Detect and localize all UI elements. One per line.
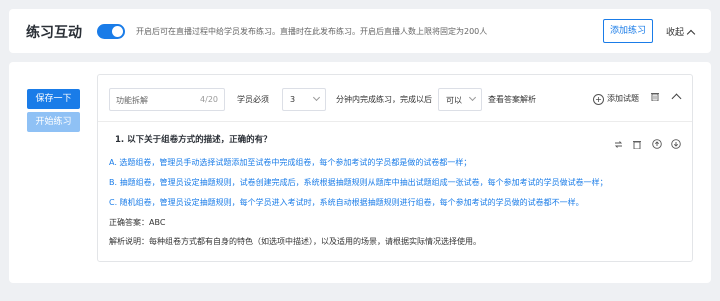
practice-main: 保存一下 开始练习 功能拆解 4/20 学员必须 3 分钟内完成练习，完成以后 …: [9, 62, 711, 283]
practice-name-input[interactable]: 功能拆解 4/20: [109, 88, 225, 111]
page-title: 练习互动: [26, 25, 82, 41]
option-a: A. 选题组卷，管理员手动选择试题添加至试卷中完成组卷，每个参加考试的学员都是做…: [109, 158, 472, 167]
add-circle-icon: +: [593, 94, 604, 105]
collapse-button[interactable]: 收起: [666, 25, 696, 39]
view-answer-select[interactable]: 可以: [438, 88, 482, 111]
collapse-label: 收起: [666, 28, 685, 38]
toggle-knob: [112, 26, 123, 37]
chevron-down-icon: [468, 93, 477, 102]
practice-toolbar: 功能拆解 4/20 学员必须 3 分钟内完成练习，完成以后 可以 查看答案解析 …: [98, 75, 692, 122]
option-b: B. 抽题组卷，管理员设定抽题规则，试卷创建完成后，系统根据抽题规则从题库中抽出…: [109, 178, 608, 187]
trash-icon[interactable]: [651, 92, 659, 101]
minutes-label: 分钟内完成练习，完成以后: [336, 95, 432, 104]
practice-panel: 功能拆解 4/20 学员必须 3 分钟内完成练习，完成以后 可以 查看答案解析 …: [97, 74, 693, 262]
minutes-value: 3: [290, 95, 296, 104]
add-question-button[interactable]: + 添加试题: [593, 93, 639, 105]
practice-header: 练习互动 开启后可在直播过程中给学员发布练习。直播时在此发布练习。开启后直播人数…: [9, 9, 711, 53]
swap-icon[interactable]: [614, 134, 623, 153]
practice-name-value: 功能拆解: [116, 96, 148, 105]
must-label: 学员必须: [237, 95, 269, 104]
view-answer-label: 查看答案解析: [488, 95, 536, 104]
trash-icon[interactable]: [633, 134, 641, 153]
start-practice-button[interactable]: 开始练习: [27, 112, 80, 132]
char-count: 4/20: [200, 95, 218, 104]
minutes-select[interactable]: 3: [282, 88, 326, 111]
collapse-panel-icon[interactable]: [671, 93, 682, 104]
add-question-label: 添加试题: [607, 94, 639, 103]
save-button[interactable]: 保存一下: [27, 89, 80, 109]
view-answer-value: 可以: [446, 96, 462, 105]
option-c: C. 随机组卷，管理员设定抽题规则，每个学员进入考试时，系统自动根据抽题规则进行…: [109, 198, 584, 207]
explanation: 解析说明：每种组卷方式都有自身的特色（如选项中描述），以及适用的场景，请根据实际…: [109, 237, 481, 246]
chevron-up-icon: [686, 29, 696, 39]
toggle-hint: 开启后可在直播过程中给学员发布练习。直播时在此发布练习。开启后直播人数上限将固定…: [136, 27, 488, 36]
practice-toggle[interactable]: [97, 24, 125, 39]
add-practice-button[interactable]: 添加练习: [603, 19, 653, 43]
question-title: 1. 以下关于组卷方式的描述，正确的有？: [115, 135, 272, 145]
move-up-icon[interactable]: [652, 134, 662, 153]
chevron-down-icon: [312, 93, 321, 102]
correct-answer: 正确答案：ABC: [109, 218, 166, 227]
move-down-icon[interactable]: [671, 134, 681, 153]
